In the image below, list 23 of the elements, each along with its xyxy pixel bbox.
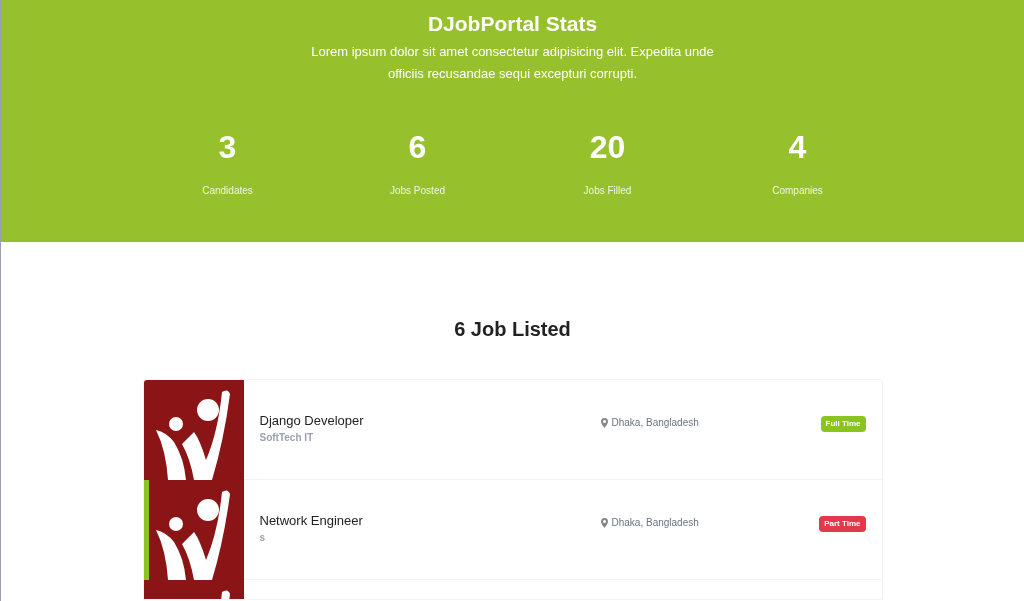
job-title[interactable]: Django Developer [259,413,601,429]
stats-title: DJobPortal Stats [427,11,598,37]
stat-value: 4 [788,128,807,167]
location-pin-icon [600,417,608,428]
job-location: Dhaka, Bangladesh [611,416,699,430]
job-title[interactable]: Network Engineer [259,513,601,529]
job-type-badge: Full Time [820,416,866,432]
company-name: s [259,531,267,545]
stat-label: Candidates [202,184,253,198]
job-type-badge: Part Time [819,516,866,532]
stat-value: 6 [408,128,427,167]
stat-value: 20 [589,128,626,167]
job-listing[interactable]: Django Developer SoftTech IT Dhaka, Bangladesh Full Time [143,380,882,480]
location-pin-icon [600,517,608,528]
stat-value: 3 [218,128,237,167]
job-listing[interactable]: Network Engineer s Dhaka, Bangladesh Part Time [143,480,882,580]
stat-label: Jobs Posted [389,184,445,198]
jobs-heading: 6 Job Listed [454,317,571,342]
stat-label: Jobs Filled [583,184,632,198]
company-name: SoftTech IT [259,431,315,445]
stat-label: Companies [772,184,823,198]
stats-description: Lorem ipsum dolor sit amet consectetur adipisicing elit. Expedita unde officiis recusandae sequi excepturi corrupti. [310,43,715,83]
job-location: Dhaka, Bangladesh [611,516,699,530]
